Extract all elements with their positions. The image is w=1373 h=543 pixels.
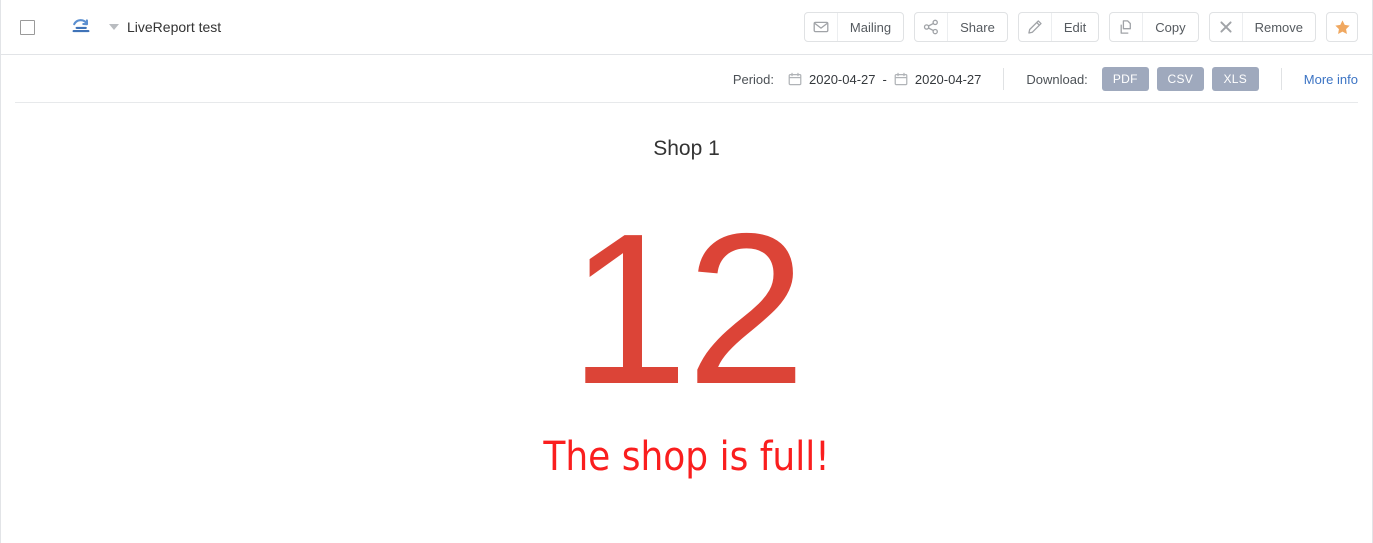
period-separator: -: [882, 71, 887, 87]
download-formats: PDF CSV XLS: [1101, 67, 1259, 91]
period-label: Period:: [732, 71, 775, 87]
close-x-icon: [1210, 13, 1243, 41]
report-toolbar: LiveReport test Mailing Share Edit Copy …: [1, 0, 1372, 55]
calendar-icon: [894, 72, 908, 86]
select-report-checkbox[interactable]: [19, 19, 35, 35]
edit-button[interactable]: Edit: [1017, 12, 1100, 42]
download-csv-button[interactable]: CSV: [1156, 67, 1204, 91]
select-report-checkbox-cell: [1, 19, 53, 35]
live-report-page: LiveReport test Mailing Share Edit Copy …: [0, 0, 1373, 543]
remove-button[interactable]: Remove: [1208, 12, 1316, 42]
period-range: 2020-04-27 - 2020-04-27: [788, 72, 981, 87]
remove-button-label: Remove: [1254, 19, 1303, 35]
more-info-link[interactable]: More info: [1304, 72, 1358, 87]
period-to-value: 2020-04-27: [914, 71, 982, 87]
widget-value: 12: [568, 188, 806, 429]
report-content: Shop 1 12 The shop is full!: [1, 103, 1372, 541]
copy-pages-icon: [1110, 13, 1144, 41]
toolbar-actions: Mailing Share Edit Copy Remove: [803, 12, 1358, 42]
share-nodes-icon: [915, 13, 949, 41]
star-icon: [1334, 19, 1351, 36]
pencil-icon: [1019, 13, 1052, 41]
favorite-button[interactable]: [1326, 12, 1358, 42]
widget-caption: The shop is full!: [543, 434, 830, 481]
download-label: Download:: [1026, 71, 1088, 87]
download-pdf-button[interactable]: PDF: [1101, 67, 1149, 91]
report-menu-chevron-down-icon[interactable]: [109, 24, 119, 30]
shop-counter-widget: Shop 1 12 The shop is full!: [1, 135, 1372, 477]
copy-button-label: Copy: [1155, 19, 1186, 35]
copy-button[interactable]: Copy: [1109, 12, 1199, 42]
widget-title: Shop 1: [653, 137, 720, 160]
livereport-icon: [70, 16, 92, 38]
mailing-button[interactable]: Mailing: [803, 12, 905, 42]
report-subbar: Period: 2020-04-27 - 2020-04-27 Download…: [1, 55, 1372, 103]
download-xls-button[interactable]: XLS: [1211, 67, 1259, 91]
envelope-icon: [805, 13, 838, 41]
calendar-icon: [788, 72, 802, 86]
subbar-divider-2: [1280, 68, 1282, 90]
mailing-button-label: Mailing: [849, 19, 892, 35]
period-from[interactable]: 2020-04-27: [788, 72, 876, 87]
livereport-icon-cell: [53, 16, 109, 38]
toolbar-left-group: LiveReport test: [1, 16, 221, 38]
report-title[interactable]: LiveReport test: [127, 19, 221, 35]
period-to[interactable]: 2020-04-27: [894, 71, 982, 87]
share-button-label: Share: [960, 19, 995, 35]
edit-button-label: Edit: [1063, 19, 1087, 35]
subbar-divider-1: [1003, 68, 1005, 90]
subbar-right-group: Period: 2020-04-27 - 2020-04-27 Download…: [733, 67, 1358, 91]
share-button[interactable]: Share: [914, 12, 1008, 42]
period-from-value: 2020-04-27: [809, 71, 876, 87]
